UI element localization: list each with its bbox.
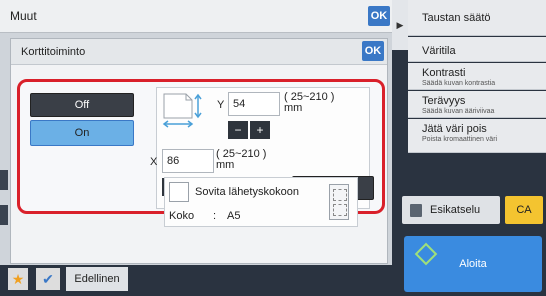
- menu-item-sharpness[interactable]: Terävyys Säädä kuvan ääriviivaa: [408, 91, 546, 118]
- dialog-ok-button[interactable]: OK: [362, 41, 384, 61]
- menu-item-color-mode[interactable]: Väritila: [408, 37, 546, 62]
- menu-item-description: Poista kromaattinen väri: [422, 136, 498, 143]
- off-button[interactable]: Off: [30, 93, 134, 117]
- y-increase-button[interactable]: +: [250, 121, 270, 139]
- start-label: Aloita: [459, 258, 487, 270]
- menu-item-contrast[interactable]: Kontrasti Säädä kuvan kontrastia: [408, 63, 546, 90]
- y-size-input[interactable]: 54: [228, 92, 280, 116]
- y-decrease-button[interactable]: −: [228, 121, 248, 139]
- x-unit: mm: [216, 159, 235, 171]
- page-title: Muut: [10, 9, 37, 23]
- fit-to-send-size-checkbox[interactable]: [169, 182, 189, 202]
- size-separator: :: [213, 210, 217, 222]
- right-panel-spacer: [408, 154, 546, 194]
- page-layout-icon: [329, 184, 349, 220]
- x-axis-label: X: [150, 156, 158, 168]
- menu-item-label: Väritila: [422, 45, 456, 57]
- favorite-star-icon[interactable]: ★: [8, 268, 28, 290]
- collapse-arrow-icon[interactable]: ▶: [392, 0, 408, 50]
- fit-to-send-size-box: Sovita lähetyskokoon Koko : A5: [164, 177, 358, 227]
- y-unit: mm: [284, 102, 303, 114]
- start-button[interactable]: Aloita: [404, 236, 542, 292]
- size-label: Koko: [169, 210, 195, 222]
- on-button[interactable]: On: [30, 120, 134, 146]
- left-edge-tab: [0, 170, 8, 190]
- dialog-header: Korttitoiminto OK: [11, 39, 387, 65]
- menu-item-drop-color[interactable]: Jätä väri pois Poista kromaattinen väri: [408, 119, 546, 153]
- x-range-text: ( 25~210 ) mm: [216, 149, 286, 171]
- check-icon[interactable]: ✔: [36, 268, 60, 290]
- x-size-input[interactable]: 86: [162, 149, 214, 173]
- previous-button[interactable]: Edellinen: [66, 267, 128, 291]
- y-range-text: ( 25~210 ) mm: [284, 92, 354, 114]
- y-axis-label: Y: [217, 99, 225, 111]
- size-value: A5: [227, 210, 241, 222]
- preview-label: Esikatselu: [430, 204, 481, 216]
- menu-item-background-adjust[interactable]: Taustan säätö: [408, 0, 546, 36]
- fit-to-send-size-label: Sovita lähetyskokoon: [195, 186, 299, 198]
- card-dimension-icon: [162, 93, 202, 128]
- preview-icon: [410, 204, 422, 217]
- menu-item-label: Terävyys: [422, 95, 466, 107]
- left-edge-tab: [0, 205, 8, 225]
- header-bar: Muut OK: [0, 0, 392, 33]
- menu-item-label: Taustan säätö: [422, 12, 491, 24]
- menu-item-description: Säädä kuvan kontrastia: [422, 80, 496, 87]
- menu-item-label: Kontrasti: [422, 67, 466, 79]
- preview-button[interactable]: Esikatselu: [402, 196, 500, 224]
- dialog-title: Korttitoiminto: [21, 46, 86, 58]
- header-ok-button[interactable]: OK: [368, 6, 390, 26]
- clear-all-button[interactable]: CA: [505, 196, 543, 224]
- menu-item-label: Jätä väri pois: [422, 123, 487, 135]
- menu-item-description: Säädä kuvan ääriviivaa: [422, 108, 495, 115]
